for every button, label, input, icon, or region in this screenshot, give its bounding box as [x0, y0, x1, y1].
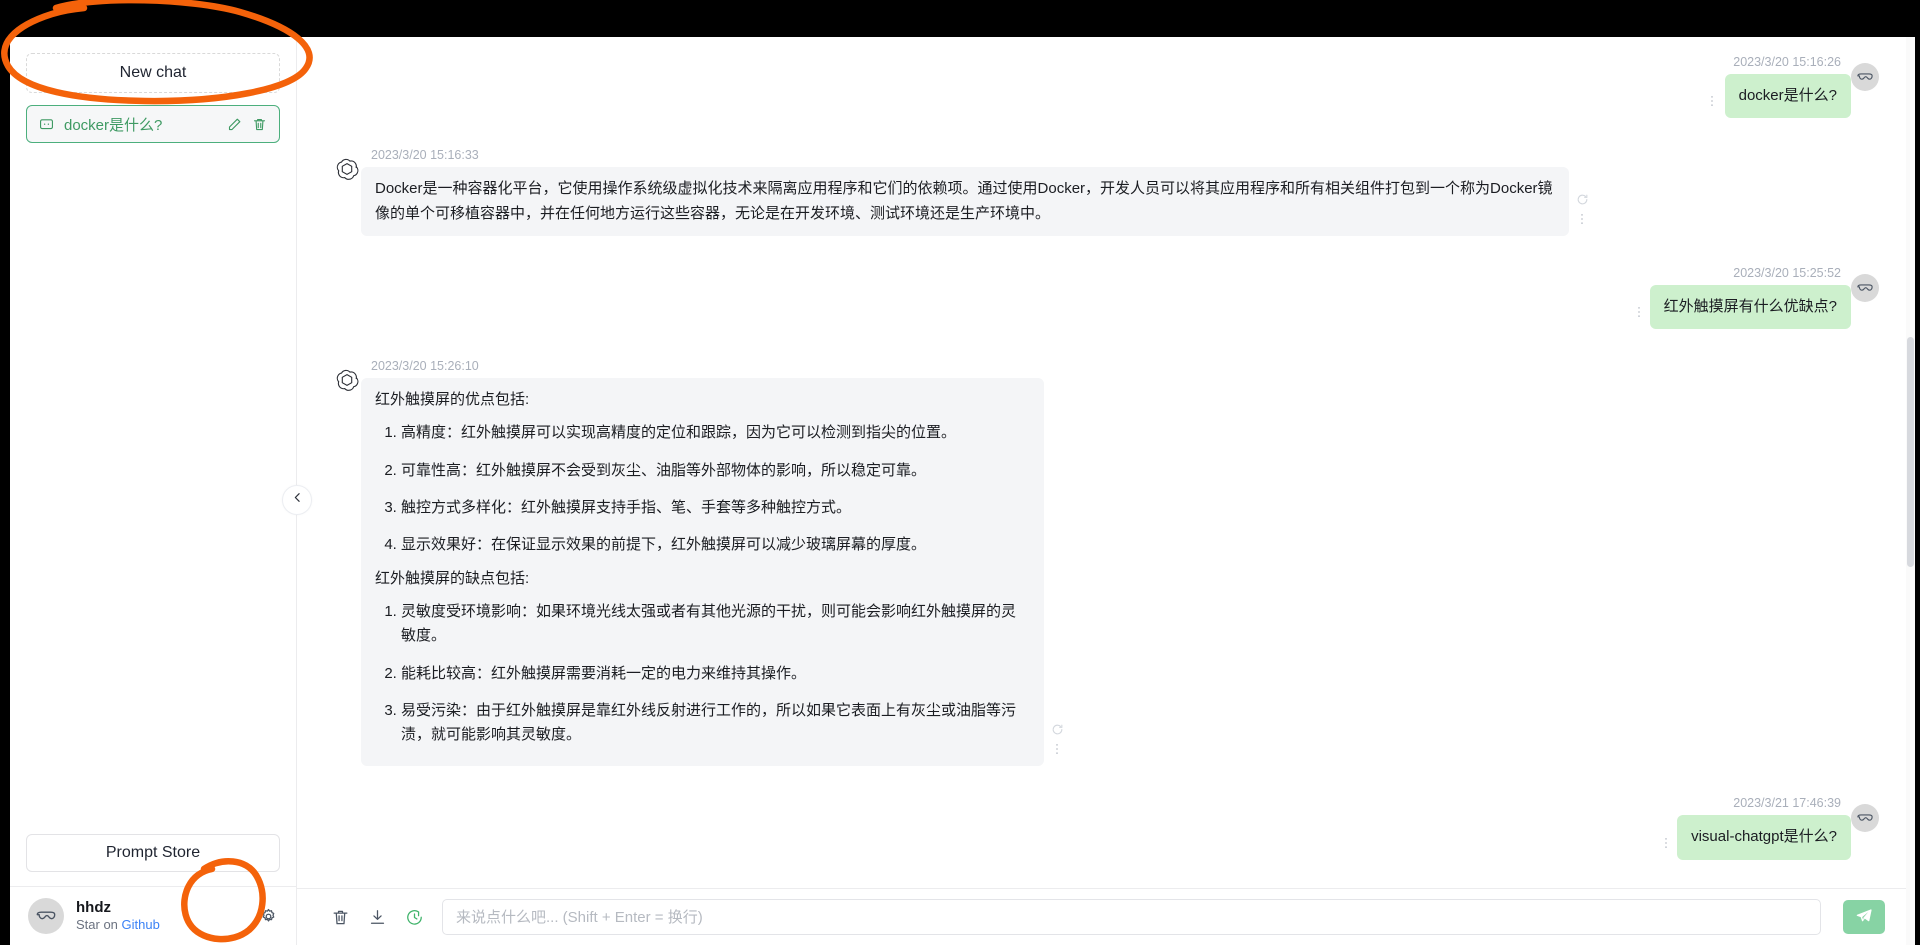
message-timestamp: 2023/3/20 15:16:33: [371, 148, 479, 163]
chat-list-item-title: docker是什么?: [64, 116, 163, 134]
chat-bubble-icon: [39, 117, 54, 132]
user-meta: hhdz Star on Github: [76, 899, 247, 934]
message-row-user: 2023/3/20 15:16:26 docker是什么?: [333, 51, 1879, 119]
message-column: 2023/3/21 17:46:39 visual-chatgpt是什么?: [1677, 792, 1851, 860]
message-bubble-assistant: 红外触摸屏的优点包括: 高精度：红外触摸屏可以实现高精度的定位和跟踪，因为它可以…: [361, 378, 1044, 767]
more-options-icon[interactable]: [1575, 212, 1589, 226]
trash-icon[interactable]: [252, 117, 267, 132]
send-paper-plane-icon: [1855, 907, 1873, 928]
message-column: 2023/3/20 15:25:52 红外触摸屏有什么优缺点?: [1649, 262, 1851, 330]
prompt-store-label: Prompt Store: [105, 844, 201, 861]
message-row-assistant: 2023/3/21 17:46:49 我不确定"visual-chatgpt"是…: [333, 886, 1879, 888]
scrollbar-thumb[interactable]: [1907, 337, 1914, 567]
message-actions: [1659, 792, 1673, 859]
send-button[interactable]: [1843, 900, 1885, 935]
message-timestamp: 2023/3/20 15:26:10: [371, 359, 479, 374]
list-item: 能耗比较高：红外触摸屏需要消耗一定的电力来维持其操作。: [401, 662, 1030, 686]
message-bubble-assistant: Docker是一种容器化平台，它使用操作系统级虚拟化技术来隔离应用程序和它们的依…: [361, 167, 1569, 236]
chat-list: docker是什么?: [26, 105, 280, 143]
new-chat-button[interactable]: New chat: [26, 53, 280, 93]
message-bubble-user: 红外触摸屏有什么优缺点?: [1649, 284, 1851, 330]
list-item: 显示效果好：在保证显示效果的前提下，红外触摸屏可以减少玻璃屏幕的厚度。: [401, 533, 1030, 557]
prompt-store-button[interactable]: Prompt Store: [26, 834, 280, 872]
message-actions: [1705, 51, 1719, 118]
message-list: 2023/3/20 15:16:26 docker是什么? 2023/3/20 …: [297, 37, 1915, 888]
chat-main: 2023/3/20 15:16:26 docker是什么? 2023/3/20 …: [297, 37, 1915, 945]
edit-pencil-icon[interactable]: [227, 117, 242, 132]
more-options-icon[interactable]: [1050, 742, 1064, 756]
new-chat-label: New chat: [119, 64, 187, 81]
message-row-assistant: 2023/3/20 15:16:33 Docker是一种容器化平台，它使用操作系…: [333, 144, 1879, 236]
message-bubble-user: visual-chatgpt是什么?: [1677, 815, 1851, 860]
more-options-icon[interactable]: [1659, 836, 1673, 850]
openai-logo-icon: [333, 156, 361, 184]
pros-intro: 红外触摸屏的优点包括:: [375, 391, 530, 409]
message-actions: [1050, 355, 1064, 766]
avatar: [1851, 273, 1879, 302]
list-item: 触控方式多样化：红外触摸屏支持手指、笔、手套等多种触控方式。: [401, 496, 1030, 520]
message-timestamp: 2023/3/20 15:25:52: [1733, 265, 1841, 280]
gear-icon[interactable]: [259, 907, 278, 926]
sidebar-top: New chat docker是什么?: [10, 37, 296, 834]
message-column: 2023/3/21 17:46:49 我不确定"visual-chatgpt"是…: [361, 886, 942, 888]
list-item: 灵敏度受环境影响：如果环境光线太强或者有其他光源的干扰，则可能会影响红外触摸屏的…: [401, 600, 1030, 649]
list-item: 易受污染：由于红外触摸屏是靠红外线反射进行工作的，所以如果它表面上有灰尘或油脂等…: [401, 699, 1030, 748]
message-column: 2023/3/20 15:26:10 红外触摸屏的优点包括: 高精度：红外触摸屏…: [361, 355, 1044, 767]
chat-list-item-docker[interactable]: docker是什么?: [26, 105, 280, 143]
list-item: 可靠性高：红外触摸屏不会受到灰尘、油脂等外部物体的影响，所以稳定可靠。: [401, 459, 1030, 483]
avatar: [1851, 63, 1879, 91]
avatar: [28, 898, 64, 934]
history-clock-icon[interactable]: [405, 908, 424, 927]
star-on-text: Star on: [76, 917, 122, 933]
chevron-left-icon: [291, 491, 304, 509]
message-timestamp: 2023/3/20 15:16:26: [1733, 55, 1841, 69]
composer: [297, 888, 1915, 945]
sidebar-collapse-button[interactable]: [282, 485, 312, 515]
openai-logo-icon: [333, 367, 361, 395]
sidebar-user-footer: hhdz Star on Github: [10, 886, 296, 945]
more-options-icon[interactable]: [1632, 305, 1646, 319]
regenerate-icon[interactable]: [1576, 193, 1589, 206]
pros-list: 高精度：红外触摸屏可以实现高精度的定位和跟踪，因为它可以检测到指尖的位置。 可靠…: [375, 421, 1030, 557]
message-row-user: 2023/3/20 15:25:52 红外触摸屏有什么优缺点?: [333, 262, 1879, 330]
regenerate-icon[interactable]: [1051, 723, 1064, 736]
list-item: 高精度：红外触摸屏可以实现高精度的定位和跟踪，因为它可以检测到指尖的位置。: [401, 421, 1030, 445]
cons-intro: 红外触摸屏的缺点包括:: [375, 569, 530, 587]
message-timestamp: 2023/3/21 17:46:39: [1733, 796, 1841, 811]
message-input[interactable]: [442, 899, 1821, 936]
message-row-user: 2023/3/21 17:46:39 visual-chatgpt是什么?: [333, 792, 1879, 860]
message-column: 2023/3/20 15:16:33 Docker是一种容器化平台，它使用操作系…: [361, 144, 1569, 236]
more-options-icon[interactable]: [1705, 94, 1719, 108]
message-row-assistant: 2023/3/20 15:26:10 红外触摸屏的优点包括: 高精度：红外触摸屏…: [333, 355, 1879, 767]
sidebar-bottom: Prompt Store: [10, 834, 296, 886]
github-link[interactable]: Github: [122, 917, 160, 932]
download-icon[interactable]: [368, 908, 387, 927]
message-actions: [1632, 262, 1646, 329]
message-column: 2023/3/20 15:16:26 docker是什么?: [1723, 51, 1851, 119]
sidebar: New chat docker是什么? Prompt Store hhdz St…: [10, 37, 312, 945]
vertical-scrollbar[interactable]: [1906, 37, 1915, 945]
user-name: hhdz: [76, 898, 111, 916]
chat-app-window: New chat docker是什么? Prompt Store hhdz St…: [10, 37, 1915, 945]
trash-icon[interactable]: [331, 908, 350, 927]
screenshot-root: New chat docker是什么? Prompt Store hhdz St…: [0, 0, 1920, 945]
cons-list: 灵敏度受环境影响：如果环境光线太强或者有其他光源的干扰，则可能会影响红外触摸屏的…: [375, 600, 1030, 747]
message-bubble-user: docker是什么?: [1724, 74, 1851, 119]
message-actions: [948, 886, 961, 888]
avatar: [1851, 804, 1879, 833]
message-actions: [1575, 144, 1589, 236]
user-subtitle: Star on Github: [76, 917, 247, 933]
